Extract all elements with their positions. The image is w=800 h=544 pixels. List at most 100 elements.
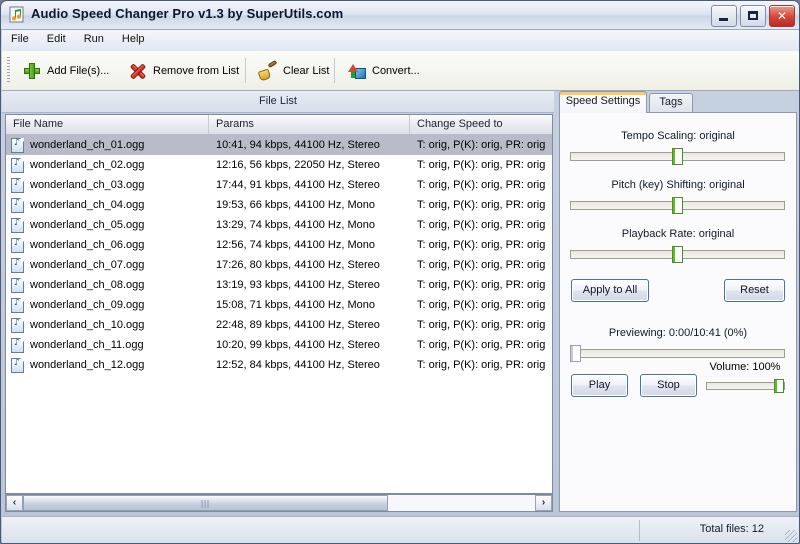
remove-from-list-button[interactable]: Remove from List (122, 55, 245, 86)
toolbar-grip[interactable] (7, 57, 10, 84)
table-row[interactable]: wonderland_ch_10.ogg 22:48, 89 kbps, 4410… (6, 315, 552, 335)
scroll-track[interactable] (23, 495, 535, 511)
volume-slider-thumb[interactable] (774, 379, 784, 393)
play-button[interactable]: Play (571, 374, 628, 397)
menu-item-edit[interactable]: Edit (38, 30, 75, 51)
cell-change-speed-to: T: orig, P(K): orig, PR: orig (417, 279, 546, 291)
reset-button[interactable]: Reset (724, 279, 785, 302)
file-name-text: wonderland_ch_04.ogg (30, 199, 145, 211)
broom-icon (257, 59, 278, 81)
playback-slider-thumb[interactable] (672, 246, 683, 263)
cell-params: 22:48, 89 kbps, 44100 Hz, Stereo (216, 319, 380, 331)
table-row[interactable]: wonderland_ch_09.ogg 15:08, 71 kbps, 4410… (6, 295, 552, 315)
cell-params: 17:44, 91 kbps, 44100 Hz, Stereo (216, 179, 380, 191)
tab-tags[interactable]: Tags (649, 93, 693, 112)
window-title: Audio Speed Changer Pro v1.3 by SuperUti… (31, 6, 344, 21)
cell-file-name: wonderland_ch_08.ogg (6, 277, 209, 293)
cell-file-name: wonderland_ch_01.ogg (6, 137, 209, 153)
column-header-params[interactable]: Params (209, 115, 410, 134)
column-header-file-name[interactable]: File Name (6, 115, 209, 134)
window-controls: ✕ (711, 5, 795, 27)
preview-slider-track[interactable] (570, 349, 785, 358)
resize-grip-icon[interactable] (785, 530, 797, 542)
playback-rate-slider[interactable] (570, 246, 785, 263)
cell-change-speed-to: T: orig, P(K): orig, PR: orig (417, 139, 546, 151)
cell-file-name: wonderland_ch_10.ogg (6, 317, 209, 333)
file-list-caption: File List (2, 91, 554, 113)
cell-params: 12:16, 56 kbps, 22050 Hz, Stereo (216, 159, 380, 171)
file-name-text: wonderland_ch_03.ogg (30, 179, 145, 191)
file-name-text: wonderland_ch_10.ogg (30, 319, 145, 331)
tempo-slider-thumb[interactable] (672, 148, 683, 165)
table-row[interactable]: wonderland_ch_06.ogg 12:56, 74 kbps, 4410… (6, 235, 552, 255)
file-list-header: File Name Params Change Speed to (6, 115, 552, 135)
add-files-button[interactable]: Add File(s)... (16, 55, 115, 86)
table-row[interactable]: wonderland_ch_02.ogg 12:16, 56 kbps, 2205… (6, 155, 552, 175)
table-row[interactable]: wonderland_ch_11.ogg 10:20, 99 kbps, 4410… (6, 335, 552, 355)
menu-item-run[interactable]: Run (75, 30, 113, 51)
preview-position-slider[interactable] (570, 345, 785, 362)
file-name-text: wonderland_ch_09.ogg (30, 299, 145, 311)
menu-item-file[interactable]: File (2, 30, 38, 51)
table-row[interactable]: wonderland_ch_05.ogg 13:29, 74 kbps, 4410… (6, 215, 552, 235)
music-note-icon (9, 6, 27, 24)
file-name-text: wonderland_ch_11.ogg (30, 339, 144, 351)
cell-change-speed-to: T: orig, P(K): orig, PR: orig (417, 359, 546, 371)
audio-file-icon (11, 357, 24, 373)
minimize-button[interactable] (711, 5, 737, 27)
table-row[interactable]: wonderland_ch_07.ogg 17:26, 80 kbps, 4410… (6, 255, 552, 275)
scroll-left-button[interactable]: ‹ (6, 495, 23, 511)
audio-file-icon (11, 177, 24, 193)
tempo-scaling-slider[interactable] (570, 148, 785, 165)
toolbar-separator-2 (334, 58, 335, 83)
stop-button[interactable]: Stop (640, 374, 697, 397)
preview-label: Previewing: 0:00/10:41 (0%) (608, 327, 748, 339)
audio-file-icon (11, 197, 24, 213)
file-name-text: wonderland_ch_07.ogg (30, 259, 145, 271)
playback-rate-label: Playback Rate: original (621, 228, 735, 240)
table-row[interactable]: wonderland_ch_01.ogg 10:41, 94 kbps, 4410… (6, 135, 552, 155)
toolbar: Add File(s)... Remove from List Clear Li… (2, 51, 799, 91)
cell-params: 15:08, 71 kbps, 44100 Hz, Mono (216, 299, 375, 311)
column-header-change-speed-to[interactable]: Change Speed to (410, 115, 552, 134)
audio-file-icon (11, 257, 24, 273)
audio-file-icon (11, 217, 24, 233)
cell-params: 17:26, 80 kbps, 44100 Hz, Stereo (216, 259, 380, 271)
cell-change-speed-to: T: orig, P(K): orig, PR: orig (417, 319, 546, 331)
tab-speed-settings[interactable]: Speed Settings (559, 91, 647, 113)
convert-label: Convert... (372, 64, 420, 77)
file-name-text: wonderland_ch_06.ogg (30, 239, 145, 251)
file-list-hscrollbar[interactable]: ‹ › (5, 494, 553, 512)
cell-file-name: wonderland_ch_03.ogg (6, 177, 209, 193)
preview-slider-thumb[interactable] (570, 345, 581, 362)
settings-tabs: Speed Settings Tags (559, 91, 797, 113)
table-row[interactable]: wonderland_ch_12.ogg 12:52, 84 kbps, 4410… (6, 355, 552, 375)
convert-button[interactable]: Convert... (341, 55, 426, 86)
clear-list-button[interactable]: Clear List (252, 55, 335, 86)
file-list-rows: wonderland_ch_01.ogg 10:41, 94 kbps, 4410… (6, 135, 552, 375)
close-button[interactable]: ✕ (769, 5, 795, 27)
maximize-button[interactable] (740, 5, 766, 27)
cell-change-speed-to: T: orig, P(K): orig, PR: orig (417, 299, 546, 311)
file-list[interactable]: File Name Params Change Speed to wonderl… (5, 114, 553, 494)
table-row[interactable]: wonderland_ch_08.ogg 13:19, 93 kbps, 4410… (6, 275, 552, 295)
cell-params: 12:52, 84 kbps, 44100 Hz, Stereo (216, 359, 380, 371)
apply-to-all-button[interactable]: Apply to All (571, 279, 649, 302)
volume-slider[interactable] (706, 379, 785, 393)
table-row[interactable]: wonderland_ch_03.ogg 17:44, 91 kbps, 4410… (6, 175, 552, 195)
table-row[interactable]: wonderland_ch_04.ogg 19:53, 66 kbps, 4410… (6, 195, 552, 215)
pitch-slider-thumb[interactable] (672, 197, 683, 214)
scroll-right-button[interactable]: › (535, 495, 552, 511)
cell-params: 13:29, 74 kbps, 44100 Hz, Mono (216, 219, 375, 231)
scroll-thumb[interactable] (23, 495, 388, 511)
x-icon (128, 61, 148, 81)
menu-item-help[interactable]: Help (113, 30, 154, 51)
cell-params: 10:41, 94 kbps, 44100 Hz, Stereo (216, 139, 380, 151)
title-bar: Audio Speed Changer Pro v1.3 by SuperUti… (1, 1, 799, 30)
cell-file-name: wonderland_ch_09.ogg (6, 297, 209, 313)
cell-file-name: wonderland_ch_02.ogg (6, 157, 209, 173)
pitch-shifting-slider[interactable] (570, 197, 785, 214)
cell-change-speed-to: T: orig, P(K): orig, PR: orig (417, 339, 546, 351)
cell-params: 10:20, 99 kbps, 44100 Hz, Stereo (216, 339, 380, 351)
audio-file-icon (11, 337, 24, 353)
